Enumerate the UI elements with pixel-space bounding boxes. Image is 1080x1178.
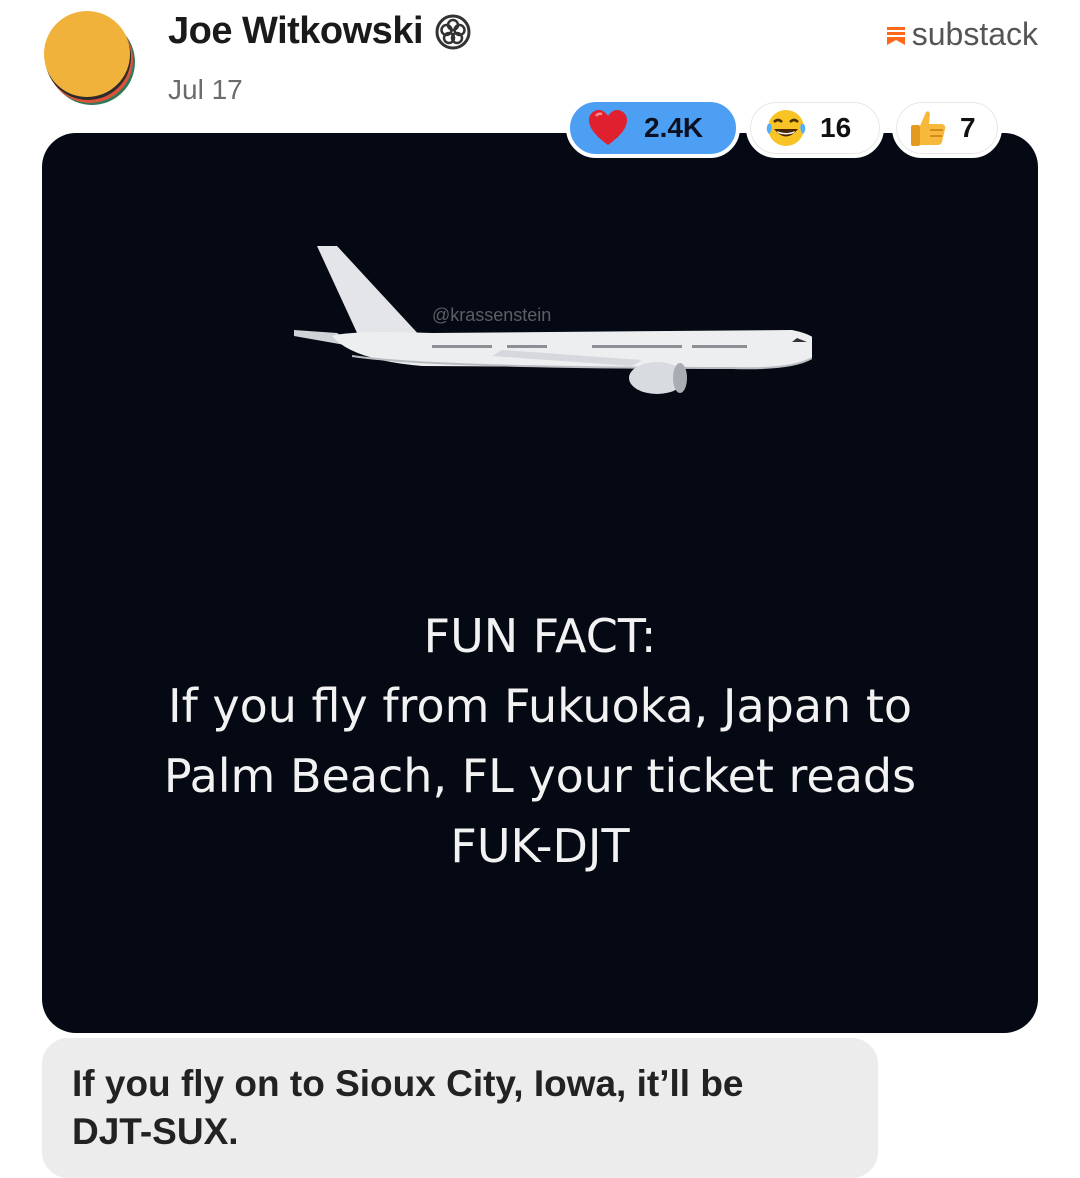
substack-brand: substack — [886, 16, 1038, 53]
avatar[interactable] — [40, 8, 140, 108]
reply-text-line: DJT-SUX. — [72, 1111, 239, 1152]
red-heart-icon — [589, 110, 627, 145]
post-text: FUN FACT: If you fly from Fukuoka, Japan… — [42, 601, 1038, 881]
author-name[interactable]: Joe Witkowski — [168, 10, 424, 53]
post-date: Jul 17 — [168, 74, 243, 105]
post-text-line: If you fly from Fukuoka, Japan to — [168, 679, 912, 733]
thumbs-up-icon — [911, 111, 946, 146]
post-image[interactable]: @krassenstein FUN FACT: If you fly from … — [42, 133, 1038, 1033]
brand-label: substack — [911, 16, 1038, 52]
substack-logo-icon — [886, 26, 905, 45]
watermark: @krassenstein — [432, 305, 552, 325]
reaction-count: 16 — [820, 112, 852, 143]
reaction-thumbsup-button[interactable]: 7 — [892, 98, 1002, 158]
post-text-line: FUN FACT: — [423, 609, 657, 663]
reply-text-line: If you fly on to Sioux City, Iowa, it’ll… — [72, 1063, 744, 1104]
airplane-image — [294, 246, 812, 394]
reaction-count: 2.4K — [644, 112, 704, 143]
reaction-heart-button[interactable]: 2.4K — [566, 98, 740, 158]
author-name-row[interactable]: Joe Witkowski — [168, 10, 473, 53]
reaction-count: 7 — [960, 112, 976, 143]
post-text-line: Palm Beach, FL your ticket reads — [163, 749, 917, 803]
tears-of-joy-icon — [766, 110, 806, 146]
reply-bubble[interactable]: If you fly on to Sioux City, Iowa, it’ll… — [42, 1038, 878, 1178]
verified-badge-icon — [435, 14, 471, 49]
reaction-laugh-button[interactable]: 16 — [746, 98, 884, 158]
post-text-line: FUK-DJT — [450, 819, 630, 873]
